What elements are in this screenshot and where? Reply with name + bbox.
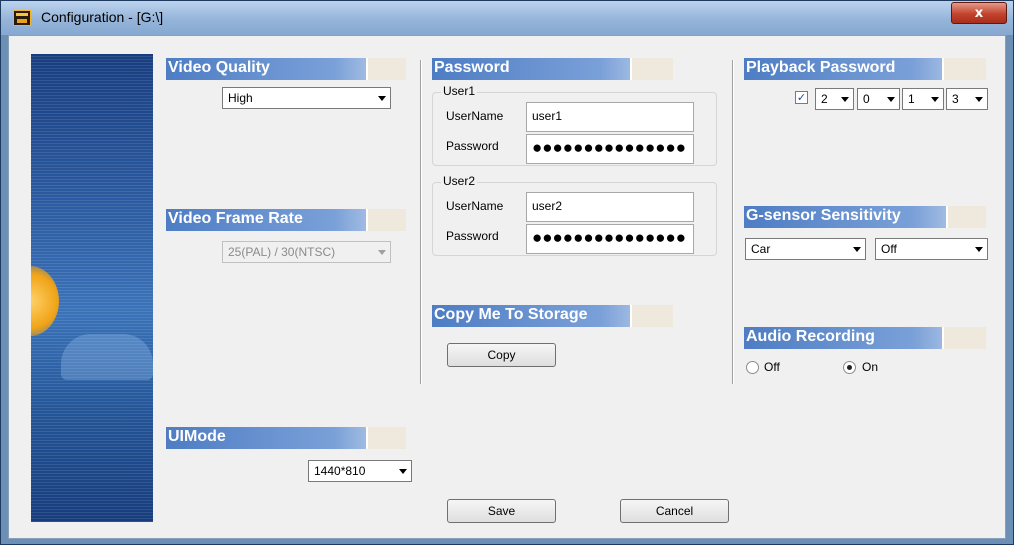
video-frame-rate-select[interactable]: 25(PAL) / 30(NTSC): [222, 241, 391, 263]
ui-mode-header: UIMode: [166, 427, 406, 449]
user1-group: User1 UserName user1 Password ●●●●●●●●●●…: [432, 84, 717, 166]
password-heading: Password: [434, 59, 510, 76]
playback-password-header: Playback Password: [744, 58, 986, 80]
gsensor-mode-value: Car: [751, 242, 771, 256]
audio-recording-heading: Audio Recording: [746, 328, 875, 345]
user1-group-title: User1: [441, 84, 478, 98]
password-header: Password: [432, 58, 673, 80]
chevron-down-icon: [399, 469, 407, 474]
playback-password-heading: Playback Password: [746, 59, 896, 76]
side-banner-image: [31, 54, 153, 522]
video-quality-value: High: [228, 91, 253, 105]
gsensor-header: G-sensor Sensitivity: [744, 206, 986, 228]
chevron-down-icon: [975, 247, 983, 252]
playback-password-checkbox[interactable]: ✓: [795, 91, 808, 104]
video-quality-heading: Video Quality: [168, 59, 270, 76]
title-bar[interactable]: Configuration - [G:\] x: [1, 1, 1013, 35]
chevron-down-icon: [853, 247, 861, 252]
ui-mode-select[interactable]: 1440*810: [308, 460, 412, 482]
audio-on-label: On: [862, 360, 879, 374]
ui-mode-heading: UIMode: [168, 428, 226, 445]
chevron-down-icon: [378, 250, 386, 255]
close-button[interactable]: x: [951, 2, 1007, 24]
gsensor-level-value: Off: [881, 242, 897, 256]
chevron-down-icon: [931, 97, 939, 102]
copy-to-storage-heading: Copy Me To Storage: [434, 306, 588, 323]
copy-button[interactable]: Copy: [447, 343, 556, 367]
column-separator-right: [732, 60, 734, 384]
gsensor-level-select[interactable]: Off: [875, 238, 988, 260]
save-button[interactable]: Save: [447, 499, 556, 523]
copy-to-storage-header: Copy Me To Storage: [432, 305, 673, 327]
video-frame-rate-heading: Video Frame Rate: [168, 210, 303, 227]
video-frame-rate-header: Video Frame Rate: [166, 209, 406, 231]
audio-on-radio[interactable]: [843, 361, 856, 374]
playback-digit-4-select[interactable]: 3: [946, 88, 988, 110]
chevron-down-icon: [975, 97, 983, 102]
chevron-down-icon: [378, 96, 386, 101]
video-quality-select[interactable]: High: [222, 87, 391, 109]
audio-off-radio[interactable]: [746, 361, 759, 374]
chevron-down-icon: [841, 97, 849, 102]
gsensor-heading: G-sensor Sensitivity: [746, 207, 901, 224]
ui-mode-value: 1440*810: [314, 464, 366, 478]
column-separator-left: [420, 60, 422, 384]
client-area: Video Quality High Video Frame Rate 25(P…: [8, 35, 1006, 539]
configuration-window: Configuration - [G:\] x Video Quality Hi…: [0, 0, 1014, 545]
video-frame-rate-value: 25(PAL) / 30(NTSC): [228, 245, 336, 259]
window-title: Configuration - [G:\]: [41, 9, 164, 25]
user2-password-input[interactable]: ●●●●●●●●●●●●●●●: [526, 224, 694, 254]
cancel-button[interactable]: Cancel: [620, 499, 729, 523]
user1-password-input[interactable]: ●●●●●●●●●●●●●●●: [526, 134, 694, 164]
user2-group-title: User2: [441, 174, 478, 188]
playback-digit-3-select[interactable]: 1: [902, 88, 944, 110]
user2-username-label: UserName: [446, 199, 504, 213]
video-quality-header: Video Quality: [166, 58, 406, 80]
user2-group: User2 UserName user2 Password ●●●●●●●●●●…: [432, 174, 717, 256]
gsensor-mode-select[interactable]: Car: [745, 238, 866, 260]
chevron-down-icon: [887, 97, 895, 102]
playback-digit-1-select[interactable]: 2: [815, 88, 854, 110]
audio-off-label: Off: [764, 360, 780, 374]
playback-digit-2-select[interactable]: 0: [857, 88, 900, 110]
user1-username-label: UserName: [446, 109, 504, 123]
user1-username-input[interactable]: user1: [526, 102, 694, 132]
user2-username-input[interactable]: user2: [526, 192, 694, 222]
audio-recording-header: Audio Recording: [744, 327, 986, 349]
user1-password-label: Password: [446, 139, 499, 153]
user2-password-label: Password: [446, 229, 499, 243]
app-icon: [13, 10, 31, 26]
